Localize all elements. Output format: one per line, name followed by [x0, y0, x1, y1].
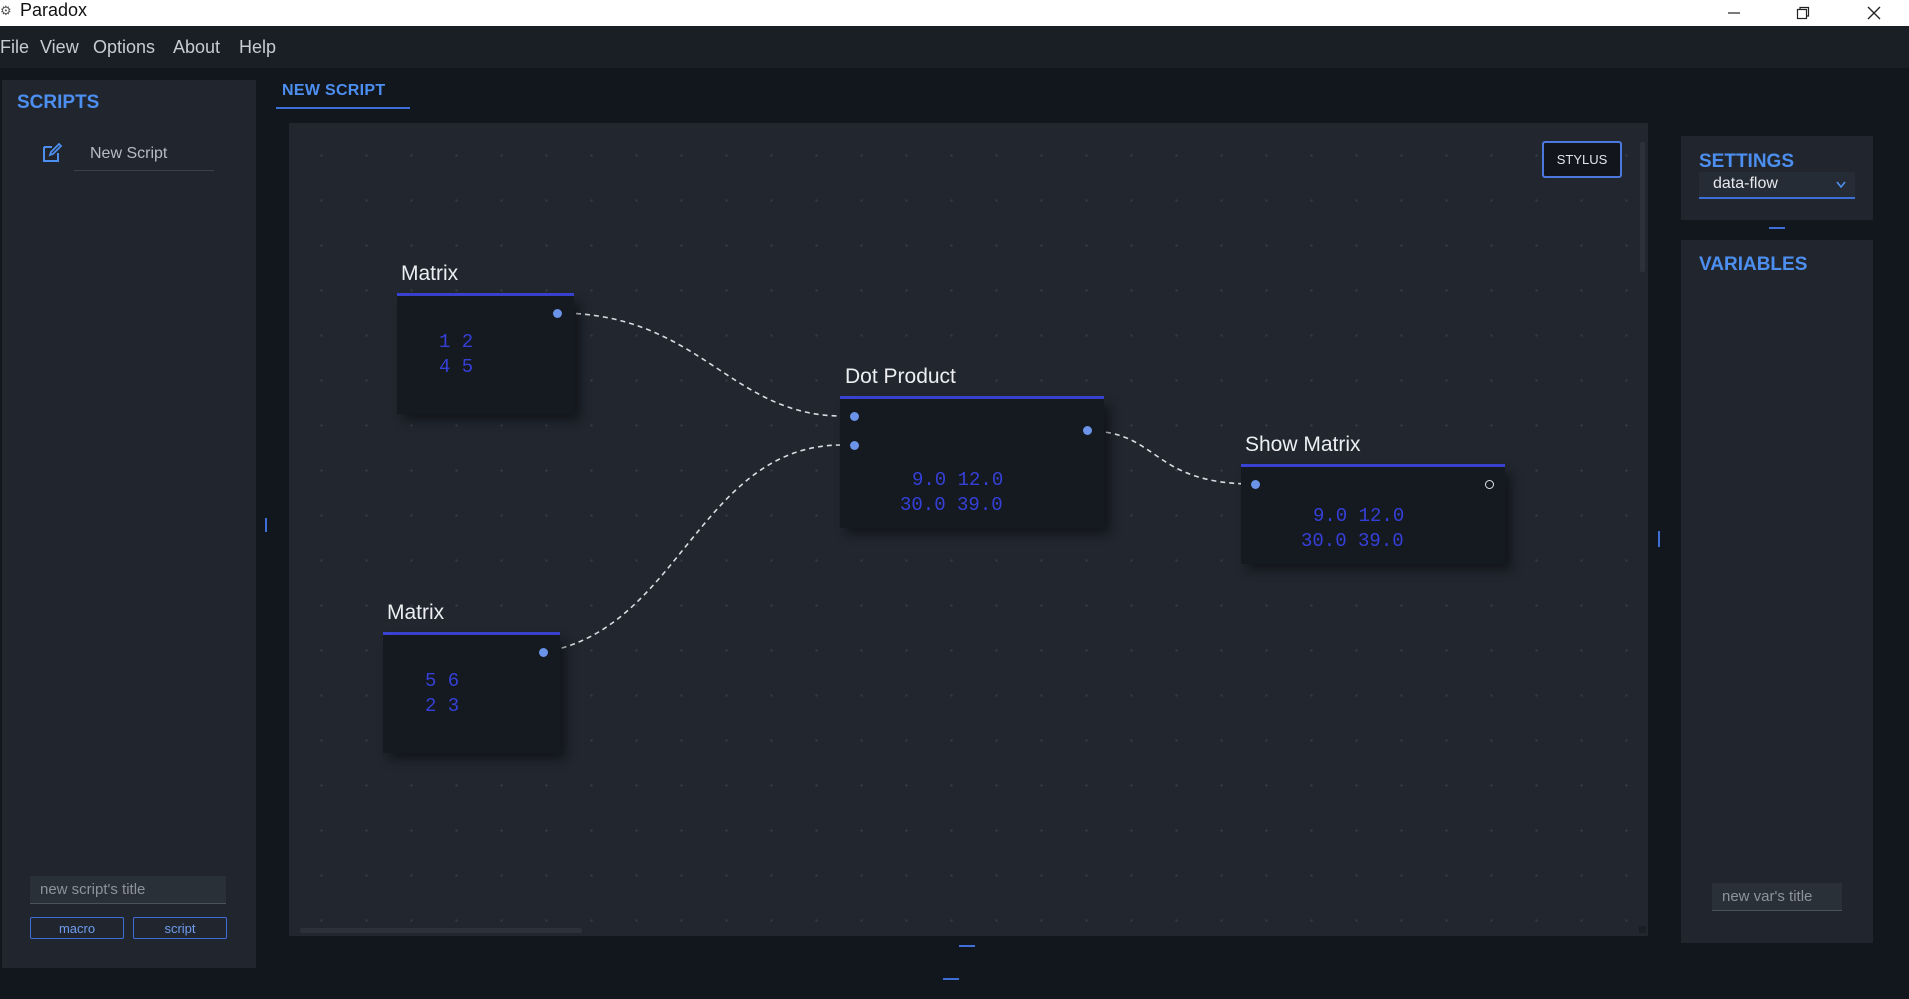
- node-title: Dot Product: [845, 365, 956, 388]
- matrix-row: 4 5: [439, 356, 474, 378]
- node-body: 9.0 12.0 30.0 39.0: [840, 399, 1104, 528]
- splitter-handle-settings[interactable]: [1769, 227, 1785, 229]
- input-port[interactable]: [850, 412, 859, 421]
- output-port[interactable]: [539, 648, 548, 657]
- output-port[interactable]: [1485, 480, 1494, 489]
- node-title: Matrix: [401, 262, 459, 285]
- matrix-row: 30.0 39.0: [1301, 530, 1404, 552]
- matrix-row: 1 2: [439, 331, 474, 353]
- splitter-handle-right[interactable]: [1658, 531, 1660, 547]
- horizontal-scrollbar[interactable]: [300, 928, 582, 933]
- connection-matrix2-dot: [543, 444, 843, 653]
- splitter-handle-bottom[interactable]: [959, 945, 975, 947]
- chevron-down-icon: [1836, 181, 1846, 189]
- vertical-scrollbar[interactable]: [1640, 142, 1645, 272]
- node-body: 9.0 12.0 30.0 39.0: [1241, 467, 1505, 564]
- scroll-corner: [1639, 926, 1646, 933]
- matrix-row: 9.0 12.0: [912, 469, 1004, 491]
- var-title-input[interactable]: [1712, 883, 1842, 911]
- matrix-row: 5 6: [425, 670, 460, 692]
- variables-panel: [1681, 240, 1873, 943]
- matrix-row: 30.0 39.0: [900, 494, 1003, 516]
- connection-dot-show: [1087, 430, 1255, 485]
- variables-title: VARIABLES: [1699, 254, 1808, 275]
- flow-mode-value: data-flow: [1713, 175, 1778, 192]
- output-port[interactable]: [553, 309, 562, 318]
- connection-matrix1-dot: [557, 312, 843, 417]
- stylus-button[interactable]: STYLUS: [1542, 141, 1622, 178]
- node-title: Matrix: [387, 601, 445, 624]
- input-port[interactable]: [1251, 480, 1260, 489]
- matrix-row: 2 3: [425, 695, 460, 717]
- settings-title: SETTINGS: [1699, 151, 1795, 172]
- node-body: 5 6 2 3: [383, 635, 560, 753]
- input-port[interactable]: [850, 441, 859, 450]
- output-port[interactable]: [1083, 426, 1092, 435]
- flow-mode-select[interactable]: data-flow: [1699, 172, 1855, 199]
- node-body: 1 2 4 5: [397, 296, 574, 414]
- matrix-row: 9.0 12.0: [1313, 505, 1405, 527]
- splitter-handle-bottom[interactable]: [943, 978, 959, 980]
- node-title: Show Matrix: [1245, 433, 1361, 456]
